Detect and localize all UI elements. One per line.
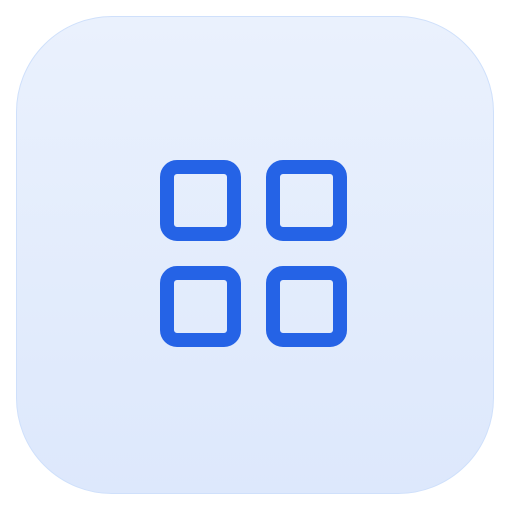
grid-cell-bottom-left [160, 266, 241, 347]
canvas [0, 0, 512, 512]
grid-cell-top-left [160, 160, 241, 241]
grid-cell-bottom-right [266, 266, 347, 347]
grid-icon [160, 160, 347, 347]
grid-cell-top-right [266, 160, 347, 241]
app-icon-tile[interactable] [16, 16, 494, 494]
